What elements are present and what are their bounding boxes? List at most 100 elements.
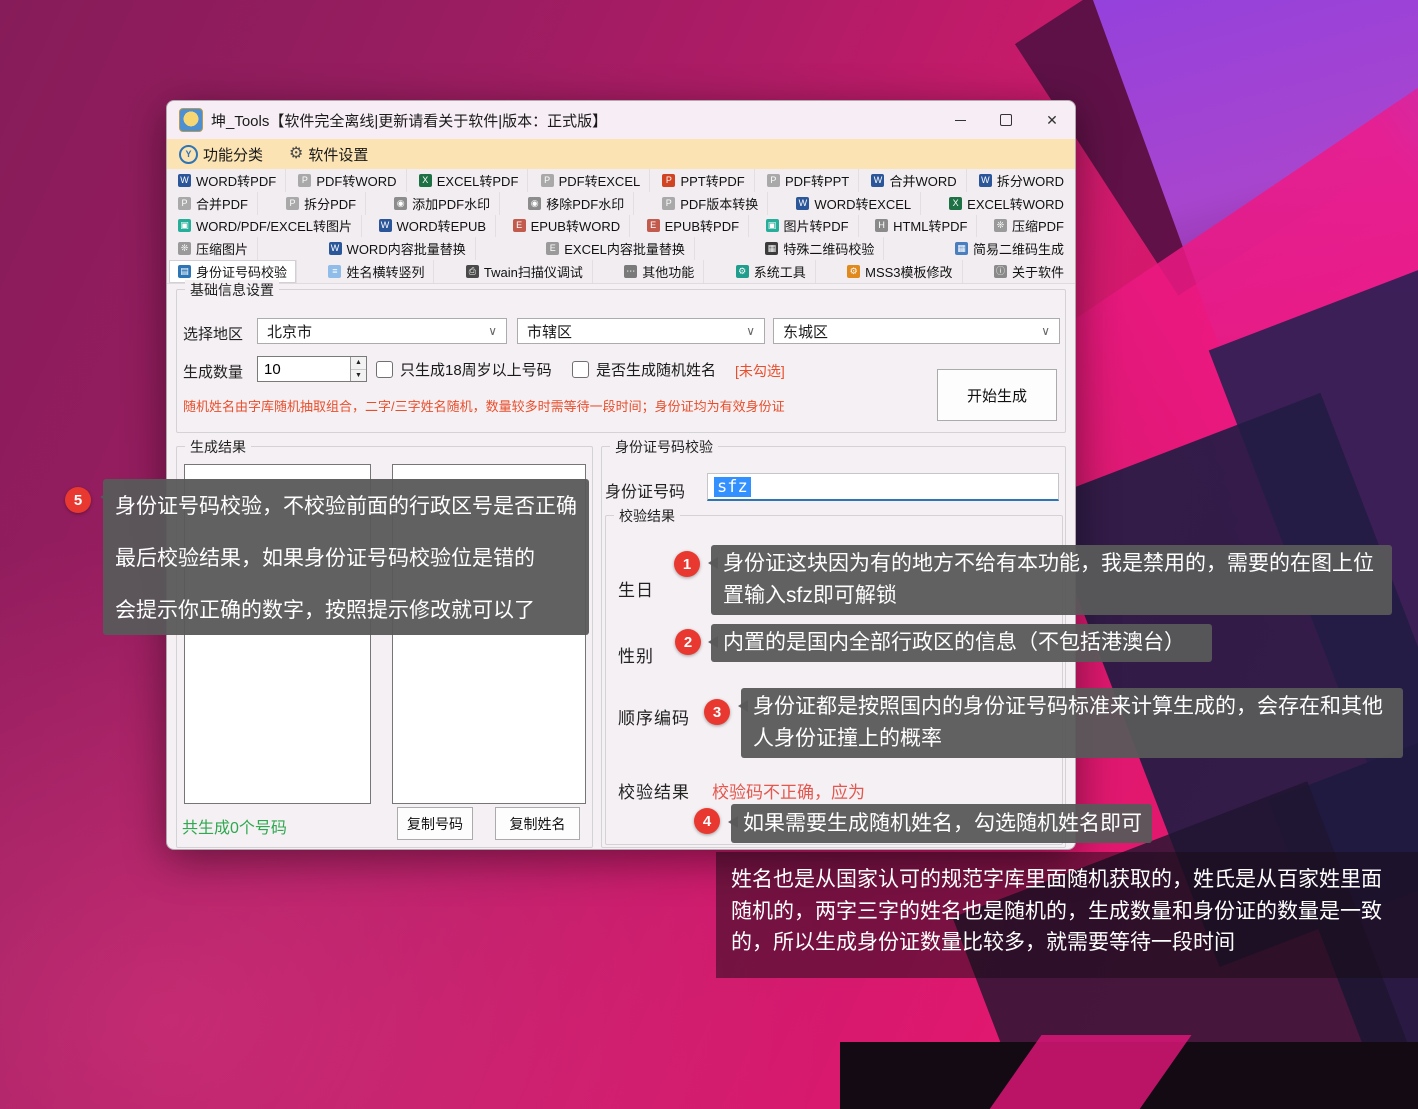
- tab-split-pdf[interactable]: P 拆分PDF: [277, 191, 367, 215]
- tab-pdf-version-convert[interactable]: P PDF版本转换: [653, 191, 769, 215]
- gear-icon: ⚙: [289, 145, 304, 162]
- add-pdf-watermark-icon: ◉: [394, 196, 408, 210]
- tab-about-software[interactable]: ⓘ 关于软件: [985, 260, 1073, 283]
- annotation-2-badge: 2: [675, 629, 701, 655]
- menu-label: 软件设置: [308, 146, 369, 164]
- tab-pdf2excel[interactable]: P PDF转EXCEL: [532, 169, 651, 192]
- tab-epub2pdf[interactable]: E EPUB转PDF: [638, 214, 750, 238]
- tab-label: WORD转PDF: [196, 173, 277, 189]
- tab-pdf2ppt[interactable]: P PDF转PPT: [758, 169, 860, 192]
- special-qr-verify-icon: ▦: [765, 242, 779, 256]
- tab-excel2word[interactable]: X EXCEL转WORD: [940, 192, 1073, 215]
- verify-result-label: 校验结果: [618, 783, 690, 802]
- district-select[interactable]: 东城区 ∨: [773, 318, 1060, 344]
- tab-add-pdf-watermark[interactable]: ◉ 添加PDF水印: [385, 191, 501, 215]
- pdf2word-icon: P: [298, 173, 312, 187]
- tab-excel-batch-replace[interactable]: E EXCEL内容批量替换: [537, 237, 695, 261]
- tab-label: 特殊二维码校验: [783, 242, 875, 258]
- annotation-2-tooltip: 内置的是国内全部行政区的信息（不包括港澳台）: [708, 624, 1212, 662]
- tab-simple-qr-generate[interactable]: ▦ 简易二维码生成: [946, 237, 1073, 260]
- about-software-icon: ⓘ: [993, 265, 1007, 279]
- province-select[interactable]: 北京市 ∨: [257, 318, 507, 344]
- tab-ppt2pdf[interactable]: P PPT转PDF: [653, 169, 755, 192]
- copy-name-button[interactable]: 复制姓名: [495, 807, 580, 840]
- remove-pdf-watermark-icon: ◉: [528, 196, 542, 210]
- tab-label: PPT转PDF: [680, 173, 745, 189]
- tab-label: 身份证号码校验: [196, 265, 288, 281]
- tab-label: 压缩图片: [196, 242, 249, 258]
- tab-merge-pdf[interactable]: P 合并PDF: [169, 191, 259, 215]
- copy-number-button[interactable]: 复制号码: [397, 807, 473, 840]
- tab-pdf2word[interactable]: P PDF转WORD: [289, 169, 407, 192]
- annotation-1-badge: 1: [674, 551, 700, 577]
- tab-label: PDF版本转换: [680, 196, 759, 212]
- annotation-4-badge: 4: [694, 808, 720, 834]
- id-number-input[interactable]: sfz: [707, 473, 1059, 501]
- adult-only-checkbox[interactable]: 只生成18周岁以上号码: [376, 356, 552, 382]
- tab-remove-pdf-watermark[interactable]: ◉ 移除PDF水印: [519, 191, 635, 215]
- groupbox-legend: 校验结果: [614, 506, 680, 526]
- epub2word-icon: E: [512, 219, 526, 233]
- tab-word2excel[interactable]: W WORD转EXCEL: [787, 191, 922, 215]
- annotation-5-line: 会提示你正确的数字，按照提示修改就可以了: [115, 599, 535, 622]
- tab-label: EPUB转PDF: [664, 219, 740, 235]
- start-generate-button[interactable]: 开始生成: [937, 369, 1057, 421]
- tab-name-transpose[interactable]: ≡ 姓名横转竖列: [319, 260, 435, 283]
- tab-compress-image[interactable]: ❊ 压缩图片: [169, 237, 259, 261]
- random-name-label: 是否生成随机姓名: [596, 361, 717, 379]
- tab-html2pdf[interactable]: H HTML转PDF: [866, 214, 978, 238]
- tab-label: 压缩PDF: [1011, 219, 1064, 235]
- menu-function-category[interactable]: Y 功能分类: [179, 144, 263, 165]
- minimize-button[interactable]: [937, 101, 983, 139]
- province-value: 北京市: [267, 323, 313, 341]
- tab-label: PDF转WORD: [316, 173, 397, 189]
- chevron-down-icon: ∨: [746, 324, 755, 338]
- epub2pdf-icon: E: [646, 219, 660, 233]
- tab-office2image[interactable]: ▣ WORD/PDF/EXCEL转图片: [169, 214, 363, 238]
- annotation-5-badge: 5: [65, 487, 91, 513]
- tab-mss3-template-edit[interactable]: ⚙ MSS3模板修改: [838, 260, 963, 283]
- tab-twain-scanner-debug[interactable]: ⎙ Twain扫描仪调试: [457, 260, 593, 283]
- word2pdf-icon: W: [178, 173, 191, 187]
- tab-label: 简易二维码生成: [972, 242, 1064, 258]
- district-value: 东城区: [783, 323, 829, 341]
- adult-only-label: 只生成18周岁以上号码: [400, 361, 552, 379]
- annotation-4-tooltip: 如果需要生成随机姓名，勾选随机姓名即可: [728, 804, 1152, 843]
- tab-image2pdf[interactable]: ▣ 图片转PDF: [757, 214, 859, 238]
- maximize-button[interactable]: [983, 101, 1029, 139]
- split-word-icon: W: [978, 173, 992, 187]
- quantity-value: 10: [264, 360, 281, 378]
- tab-system-tools[interactable]: ⚙ 系统工具: [727, 260, 816, 283]
- twain-scanner-debug-icon: ⎙: [465, 265, 479, 279]
- tab-split-word[interactable]: W 拆分WORD: [970, 169, 1073, 192]
- annotation-3-badge: 3: [704, 699, 730, 725]
- tab-word-batch-replace[interactable]: W WORD内容批量替换: [320, 237, 476, 261]
- tab-label: EXCEL转PDF: [436, 173, 519, 189]
- tab-compress-pdf[interactable]: ❊ 压缩PDF: [985, 215, 1073, 238]
- unchecked-tag: [未勾选]: [735, 363, 785, 379]
- random-name-checkbox[interactable]: 是否生成随机姓名: [572, 356, 716, 382]
- tab-other-functions[interactable]: ⋯ 其他功能: [615, 260, 705, 283]
- pdf-version-convert-icon: P: [662, 196, 676, 210]
- id-number-verify-icon: ▤: [178, 265, 191, 279]
- tab-excel2pdf[interactable]: X EXCEL转PDF: [410, 169, 529, 192]
- word2excel-icon: W: [796, 196, 810, 210]
- menu-software-settings[interactable]: ⚙ 软件设置: [289, 144, 368, 165]
- random-name-note: 随机姓名由字库随机抽取组合，二字/三字姓名随机，数量较多时需等待一段时间；身份证…: [183, 399, 785, 414]
- sequence-code-label: 顺序编码: [618, 709, 690, 728]
- tab-label: PDF转EXCEL: [558, 173, 641, 189]
- tab-label: EXCEL转WORD: [967, 196, 1064, 212]
- tab-special-qr-verify[interactable]: ▦ 特殊二维码校验: [756, 237, 885, 261]
- stepper-up-icon[interactable]: ▲: [351, 357, 366, 370]
- tab-merge-word[interactable]: W 合并WORD: [862, 169, 967, 192]
- menubar: Y 功能分类 ⚙ 软件设置: [167, 139, 1075, 169]
- stepper-down-icon[interactable]: ▼: [351, 369, 366, 381]
- tab-word2pdf[interactable]: W WORD转PDF: [169, 169, 287, 192]
- close-button[interactable]: ✕: [1029, 101, 1075, 139]
- tab-label: WORD转EXCEL: [814, 196, 912, 212]
- city-select[interactable]: 市辖区 ∨: [517, 318, 765, 344]
- tab-word2epub[interactable]: W WORD转EPUB: [370, 214, 497, 238]
- minimize-icon: [954, 119, 966, 121]
- tab-epub2word[interactable]: E EPUB转WORD: [504, 214, 631, 238]
- quantity-stepper[interactable]: 10 ▲ ▼: [257, 356, 367, 382]
